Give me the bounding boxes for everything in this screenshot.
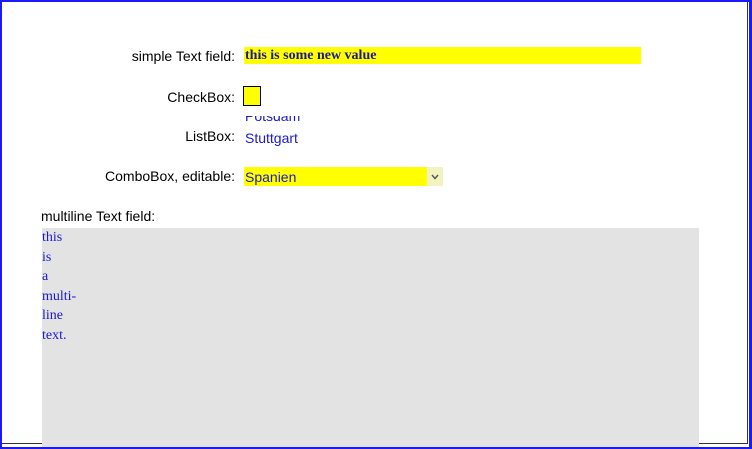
simple-text-field-label: simple Text field: xyxy=(131,48,235,64)
listbox[interactable]: Potsdam Stuttgart xyxy=(244,116,364,148)
combobox[interactable]: Spanien xyxy=(244,167,443,186)
listbox-item-selected[interactable]: Stuttgart xyxy=(245,130,298,146)
multiline-text-field-label: multiline Text field: xyxy=(41,208,156,224)
listbox-item[interactable]: Potsdam xyxy=(245,116,300,124)
chevron-down-icon xyxy=(431,174,439,180)
listbox-label: ListBox: xyxy=(185,128,235,144)
combobox-dropdown-button[interactable] xyxy=(427,167,443,186)
checkbox-label: CheckBox: xyxy=(167,89,235,105)
checkbox[interactable] xyxy=(243,86,261,106)
multiline-text-field[interactable]: this is a multi- line text. xyxy=(42,228,699,447)
combobox-label: ComboBox, editable: xyxy=(105,168,235,184)
form-page: simple Text field: this is some new valu… xyxy=(0,0,752,449)
combobox-input[interactable]: Spanien xyxy=(244,167,427,186)
simple-text-field[interactable]: this is some new value xyxy=(244,47,641,64)
